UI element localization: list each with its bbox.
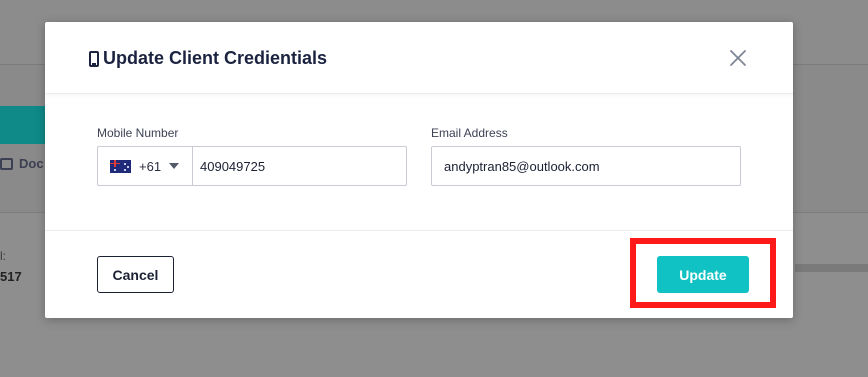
- modal-header: Update Client Credientials: [45, 22, 793, 94]
- email-field[interactable]: [431, 146, 741, 186]
- email-address-label: Email Address: [431, 126, 508, 140]
- document-icon: [0, 157, 13, 170]
- country-code-dropdown[interactable]: +61: [98, 147, 193, 185]
- background-detail-label: l:: [0, 249, 6, 263]
- background-documents-tab: Doc: [0, 156, 44, 171]
- background-teal-banner: [0, 106, 46, 144]
- background-progress-bar: [795, 264, 868, 272]
- background-detail-value: 517: [0, 269, 22, 284]
- mobile-number-field: +61: [97, 146, 407, 186]
- mobile-number-label: Mobile Number: [97, 126, 179, 140]
- country-code-value: +61: [139, 158, 162, 174]
- mobile-phone-icon: [89, 50, 99, 67]
- modal-title: Update Client Credientials: [103, 48, 328, 68]
- modal-title-group: Update Client Credientials: [89, 48, 327, 69]
- close-icon[interactable]: [729, 49, 747, 67]
- update-button[interactable]: Update: [657, 256, 749, 293]
- chevron-down-icon: [169, 163, 180, 169]
- australia-flag-icon: [110, 159, 131, 173]
- update-credentials-modal: Update Client Credientials Mobile Number…: [45, 22, 793, 318]
- background-documents-label: Doc: [19, 156, 44, 171]
- cancel-button[interactable]: Cancel: [97, 256, 174, 293]
- mobile-number-input[interactable]: [193, 147, 406, 185]
